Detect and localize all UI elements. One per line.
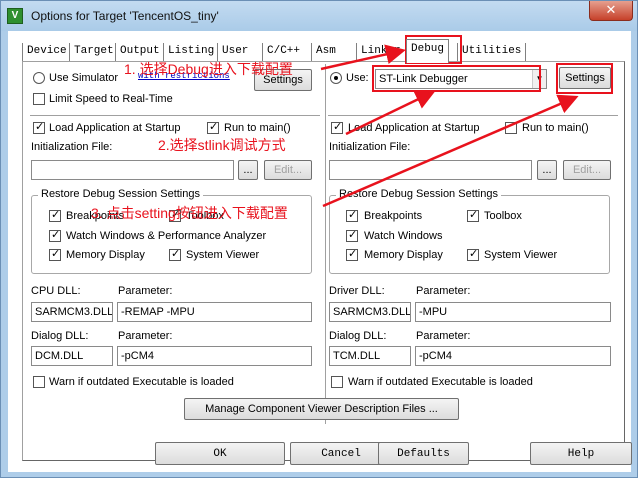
annotation-arrows xyxy=(320,44,579,208)
arrow-to-debug-tab xyxy=(320,44,406,71)
options-dialog: V Options for Target 'TencentOS_tiny' ✕ … xyxy=(0,0,638,478)
tab-debug[interactable]: Debug xyxy=(406,39,450,63)
arrow-to-settings-button xyxy=(322,94,579,208)
arrow-to-debugger-select xyxy=(345,90,436,136)
